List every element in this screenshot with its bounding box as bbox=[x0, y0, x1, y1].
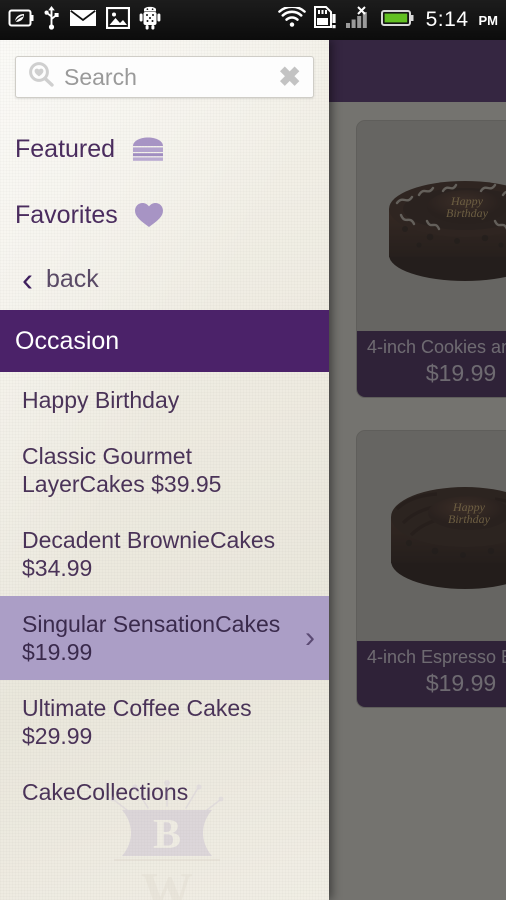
list-item-label: Singular SensationCakes $19.99 bbox=[22, 611, 281, 666]
sdcard-alert-icon bbox=[313, 6, 337, 34]
signal-bars-no-service-icon bbox=[344, 5, 374, 35]
section-header-occasion: Occasion bbox=[0, 310, 329, 372]
search-placeholder: Search bbox=[64, 63, 137, 90]
status-bar-left-icons bbox=[8, 5, 161, 35]
chevron-left-icon: ‹ bbox=[22, 260, 33, 298]
list-item[interactable]: Ultimate Coffee Cakes $29.99 bbox=[0, 680, 329, 764]
list-item-selected[interactable]: Singular SensationCakes $19.99 › bbox=[0, 596, 329, 681]
layer-cake-icon bbox=[129, 135, 167, 163]
svg-text:W: W bbox=[141, 863, 193, 900]
usb-icon bbox=[43, 5, 60, 35]
search-heart-icon bbox=[26, 60, 56, 95]
sidebar-item-label: Favorites bbox=[15, 200, 118, 229]
android-robot-icon bbox=[139, 6, 161, 35]
status-bar-right-icons: 5:14 PM bbox=[277, 5, 499, 35]
search-input[interactable]: Search ✖ bbox=[15, 56, 314, 98]
app-root: 5:14 PM ‹ B W gul bbox=[0, 0, 506, 900]
list-item[interactable]: Decadent BrownieCakes $34.99 bbox=[0, 512, 329, 596]
list-item[interactable]: Happy Birthday bbox=[0, 372, 329, 428]
status-bar-clock: 5:14 bbox=[425, 8, 469, 31]
heart-icon bbox=[132, 200, 166, 230]
chevron-right-icon: › bbox=[305, 621, 315, 655]
section-title: Occasion bbox=[15, 326, 120, 355]
image-icon bbox=[105, 6, 131, 34]
sidebar-item-featured[interactable]: Featured bbox=[0, 116, 329, 182]
battery-icon bbox=[380, 8, 414, 33]
occasion-list: Happy Birthday Classic Gourmet LayerCake… bbox=[0, 372, 329, 820]
clear-search-icon[interactable]: ✖ bbox=[276, 63, 303, 91]
envelope-icon bbox=[69, 8, 97, 33]
drawer-back-label: back bbox=[46, 264, 99, 293]
drawer-back-button[interactable]: ‹ back bbox=[0, 248, 329, 310]
list-item[interactable]: CakeCollections bbox=[0, 764, 329, 820]
status-bar: 5:14 PM bbox=[0, 0, 506, 40]
battery-leaf-icon bbox=[8, 7, 34, 34]
wifi-icon bbox=[277, 5, 306, 34]
sidebar-item-favorites[interactable]: Favorites bbox=[0, 182, 329, 248]
navigation-drawer: Search ✖ Featured Favorites ‹ back Occas… bbox=[0, 40, 329, 900]
sidebar-item-label: Featured bbox=[15, 134, 116, 163]
search-bar: Search ✖ bbox=[0, 40, 329, 98]
status-bar-ampm: PM bbox=[478, 12, 499, 28]
list-item[interactable]: Classic Gourmet LayerCakes $39.95 bbox=[0, 428, 329, 512]
